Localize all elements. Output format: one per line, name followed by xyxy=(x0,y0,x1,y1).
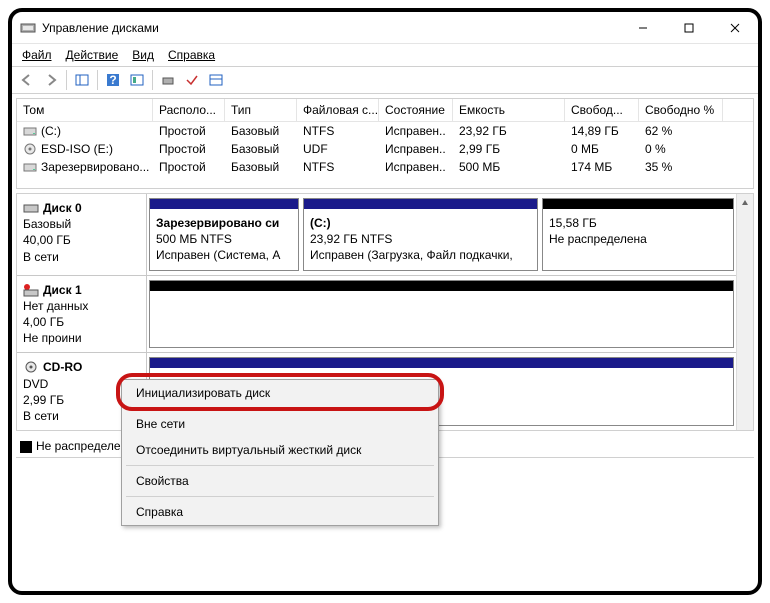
list-button[interactable] xyxy=(205,69,227,91)
legend-swatch-unallocated xyxy=(20,441,32,453)
drive-icon xyxy=(23,160,37,174)
show-hide-button[interactable] xyxy=(71,69,93,91)
context-menu: Инициализировать диск Вне сети Отсоедини… xyxy=(121,379,439,526)
col-layout[interactable]: Располо... xyxy=(153,99,225,121)
volume-table-header: Том Располо... Тип Файловая с... Состоян… xyxy=(17,99,753,122)
partition-c[interactable]: (C:) 23,92 ГБ NTFS Исправен (Загрузка, Ф… xyxy=(303,198,538,271)
col-volume[interactable]: Том xyxy=(17,99,153,121)
minimize-button[interactable] xyxy=(620,12,666,44)
partition-uninitialized[interactable] xyxy=(149,280,734,349)
disk-unknown-icon xyxy=(23,283,39,297)
app-icon xyxy=(20,20,36,36)
col-free[interactable]: Свобод... xyxy=(565,99,639,121)
partition-unallocated[interactable]: 15,58 ГБ Не распределена xyxy=(542,198,734,271)
menu-file[interactable]: Файл xyxy=(16,46,58,64)
menu-help[interactable]: Справка xyxy=(162,46,221,64)
toolbar: ? xyxy=(12,66,758,94)
col-type[interactable]: Тип xyxy=(225,99,297,121)
maximize-button[interactable] xyxy=(666,12,712,44)
close-button[interactable] xyxy=(712,12,758,44)
menu-detach-vhd[interactable]: Отсоединить виртуальный жесткий диск xyxy=(122,437,438,463)
table-row[interactable]: ESD-ISO (E:) Простой Базовый UDF Исправе… xyxy=(17,140,753,158)
partition-reserved[interactable]: Зарезервировано си 500 МБ NTFS Исправен … xyxy=(149,198,299,271)
menu-initialize-disk[interactable]: Инициализировать диск xyxy=(122,380,438,406)
col-percent[interactable]: Свободно % xyxy=(639,99,723,121)
menu-help[interactable]: Справка xyxy=(122,499,438,525)
volume-table: Том Располо... Тип Файловая с... Состоян… xyxy=(16,98,754,189)
col-capacity[interactable]: Емкость xyxy=(453,99,565,121)
menubar: Файл Действие Вид Справка xyxy=(12,44,758,66)
menu-properties[interactable]: Свойства xyxy=(122,468,438,494)
check-button[interactable] xyxy=(181,69,203,91)
disk-icon xyxy=(23,201,39,215)
disk-row-0[interactable]: Диск 0 Базовый 40,00 ГБ В сети Зарезерви… xyxy=(17,194,753,276)
disk-label: Диск 0 Базовый 40,00 ГБ В сети xyxy=(17,194,147,275)
menu-view[interactable]: Вид xyxy=(126,46,160,64)
table-row[interactable]: Зарезервировано... Простой Базовый NTFS … xyxy=(17,158,753,176)
volume-table-body: (C:) Простой Базовый NTFS Исправен.. 23,… xyxy=(17,122,753,188)
cdrom-icon xyxy=(23,360,39,374)
help-button[interactable]: ? xyxy=(102,69,124,91)
disk-label: Диск 1 Нет данных 4,00 ГБ Не проини xyxy=(17,276,147,353)
forward-button[interactable] xyxy=(40,69,62,91)
svg-text:?: ? xyxy=(109,73,116,87)
settings-button[interactable] xyxy=(126,69,148,91)
menu-action[interactable]: Действие xyxy=(60,46,125,64)
window-title: Управление дисками xyxy=(42,21,620,35)
window-frame: Управление дисками Файл Действие Вид Спр… xyxy=(8,8,762,595)
col-status[interactable]: Состояние xyxy=(379,99,453,121)
col-filesystem[interactable]: Файловая с... xyxy=(297,99,379,121)
refresh-button[interactable] xyxy=(157,69,179,91)
titlebar: Управление дисками xyxy=(12,12,758,44)
menu-offline[interactable]: Вне сети xyxy=(122,411,438,437)
disk-row-1[interactable]: Диск 1 Нет данных 4,00 ГБ Не проини xyxy=(17,276,753,354)
back-button[interactable] xyxy=(16,69,38,91)
drive-icon xyxy=(23,124,37,138)
disc-icon xyxy=(23,142,37,156)
table-row[interactable]: (C:) Простой Базовый NTFS Исправен.. 23,… xyxy=(17,122,753,140)
